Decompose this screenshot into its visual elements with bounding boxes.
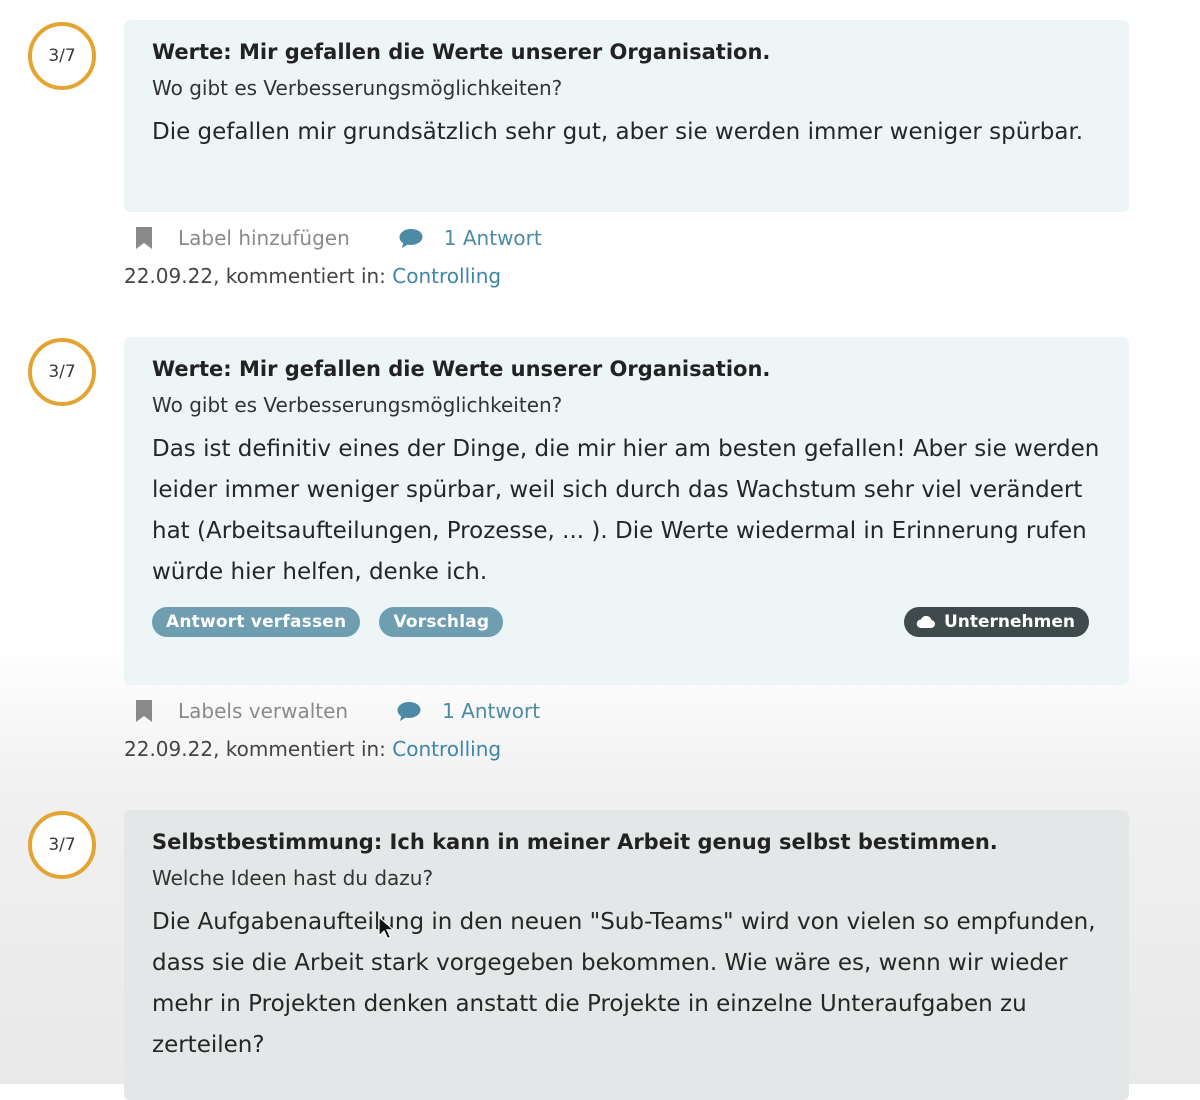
comment-meta: Label hinzufügen 1 Antwort <box>134 226 542 250</box>
write-reply-button[interactable]: Antwort verfassen <box>152 607 361 637</box>
comment-date: 22.09.22, kommentiert in: <box>124 264 393 288</box>
score-badge: 3/7 <box>28 22 96 90</box>
question-title: Werte: Mir gefallen die Werte unserer Or… <box>152 40 771 64</box>
comment-date-line: 22.09.22, kommentiert in: Controlling <box>124 264 501 288</box>
suggestion-tag[interactable]: Vorschlag <box>379 607 504 637</box>
manage-labels-text: Labels verwalten <box>178 699 349 723</box>
comment-card: Selbstbestimmung: Ich kann in meiner Arb… <box>124 810 1129 1100</box>
comment-card: Werte: Mir gefallen die Werte unserer Or… <box>124 20 1129 212</box>
question-title: Selbstbestimmung: Ich kann in meiner Arb… <box>152 830 998 854</box>
add-label-button[interactable]: Label hinzufügen <box>134 226 350 250</box>
answer-text: Die Aufgabenaufteilung in den neuen "Sub… <box>152 909 1096 1058</box>
bookmark-icon <box>136 227 152 249</box>
replies-link[interactable]: 1 Antwort <box>396 699 540 723</box>
question-title: Werte: Mir gefallen die Werte unserer Or… <box>152 357 771 381</box>
question-prompt: Welche Ideen hast du dazu? <box>152 866 434 890</box>
scope-label: Unternehmen <box>943 612 1075 632</box>
speech-bubble-icon <box>399 229 423 248</box>
comment-meta: Labels verwalten 1 Antwort <box>134 699 540 723</box>
score-badge: 3/7 <box>28 338 96 406</box>
replies-link[interactable]: 1 Antwort <box>398 226 542 250</box>
add-label-text: Label hinzufügen <box>178 226 350 250</box>
replies-count: 1 Antwort <box>443 226 542 250</box>
replies-count: 1 Antwort <box>442 699 541 723</box>
card-actions: Antwort verfassen Vorschlag Unternehmen <box>152 607 1101 641</box>
score-badge: 3/7 <box>28 811 96 879</box>
comment-card: Werte: Mir gefallen die Werte unserer Or… <box>124 337 1129 685</box>
mouse-cursor-icon <box>378 916 394 940</box>
answer-text: Das ist definitiv eines der Dinge, die m… <box>152 436 1100 585</box>
manage-labels-button[interactable]: Labels verwalten <box>134 699 348 723</box>
scope-badge[interactable]: Unternehmen <box>903 607 1089 637</box>
comment-date: 22.09.22, kommentiert in: <box>124 737 393 761</box>
question-prompt: Wo gibt es Verbesserungsmöglichkeiten? <box>152 393 563 417</box>
question-prompt: Wo gibt es Verbesserungsmöglichkeiten? <box>152 76 563 100</box>
answer-text: Die gefallen mir grundsätzlich sehr gut,… <box>152 119 1084 145</box>
speech-bubble-icon <box>397 702 421 721</box>
comment-date-line: 22.09.22, kommentiert in: Controlling <box>124 737 501 761</box>
area-link[interactable]: Controlling <box>392 737 501 761</box>
bookmark-icon <box>136 700 152 722</box>
cloud-icon <box>916 615 935 628</box>
area-link[interactable]: Controlling <box>392 264 501 288</box>
